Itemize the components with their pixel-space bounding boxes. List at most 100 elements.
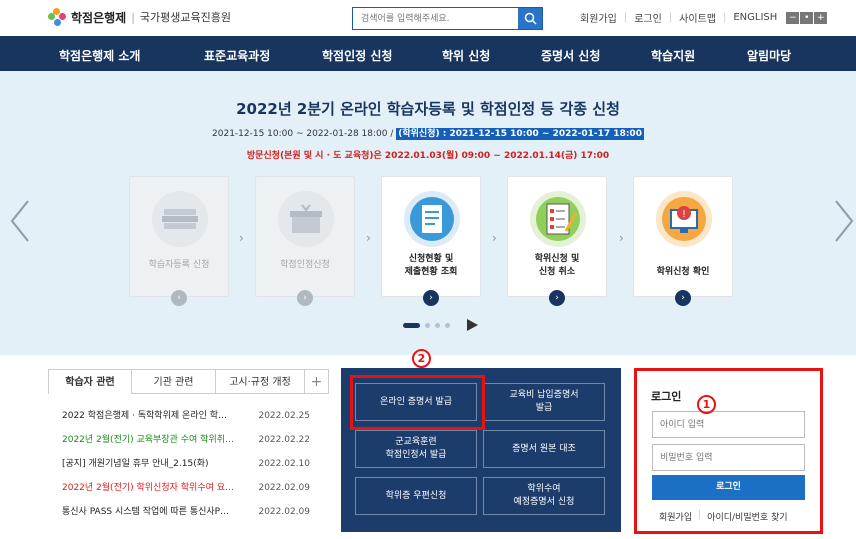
military-credit-button[interactable]: 군교육훈련 학점인정서 발급 — [355, 430, 477, 468]
nav-item-intro[interactable]: 학점은행제 소개 — [59, 47, 140, 64]
news-date: 2022.02.10 — [258, 459, 310, 469]
hero-title: 2022년 2분기 온라인 학습자등록 및 학점인정 등 각종 신청 — [236, 100, 620, 118]
card-go-button[interactable]: › — [675, 290, 691, 306]
card-go-button[interactable]: › — [549, 290, 565, 306]
list-item[interactable]: 2022년 2월(전기) 학위신청자 학위수여 요… 2022.02.09 — [62, 476, 310, 500]
annotation-badge-1: 1 — [697, 395, 716, 414]
list-item[interactable]: 통신사 PASS 시스템 작업에 따른 통신사P… 2022.02.09 — [62, 500, 310, 524]
document-icon — [404, 191, 460, 247]
slide-dot[interactable] — [435, 322, 440, 328]
login-link[interactable]: 로그인 — [634, 10, 662, 25]
card-credit-application[interactable]: 학점인정신청 › — [255, 176, 355, 306]
news-title: [공지] 개원기념일 휴무 안내_2.15(화) — [62, 459, 209, 469]
signup-link[interactable]: 회원가입 — [659, 510, 692, 523]
play-icon[interactable] — [467, 319, 478, 331]
zoom-in-button[interactable]: + — [814, 11, 828, 24]
sitemap-link[interactable]: 사이트맵 — [679, 10, 716, 25]
slide-dot[interactable] — [425, 322, 430, 328]
logo-subtitle: 국가평생교육진흥원 — [139, 11, 232, 24]
login-button[interactable]: 로그인 — [652, 475, 805, 500]
chevron-right-icon: › — [492, 231, 497, 245]
slide-dot-active[interactable] — [403, 322, 420, 328]
card-status-inquiry[interactable]: 신청현황 및 제출현황 조회 › — [381, 176, 481, 306]
tab-learner[interactable]: 학습자 관련 — [48, 369, 132, 394]
news-date: 2022.02.09 — [258, 483, 310, 493]
search-button[interactable] — [518, 8, 542, 29]
more-plus-button[interactable]: + — [305, 369, 329, 394]
card-label: 신청현황 및 제출현황 조회 — [404, 254, 458, 277]
logo-text: 학점은행제 — [71, 10, 127, 25]
search-input[interactable] — [353, 8, 518, 29]
chevron-right-icon: › — [366, 231, 371, 245]
search-box — [352, 7, 543, 30]
login-panel: 로그인 로그인 회원가입 | 아이디/비밀번호 찾기 — [634, 368, 823, 534]
news-title: 통신사 PASS 시스템 작업에 따른 통신사P… — [62, 507, 230, 517]
news-title: 2022년 2월(전기) 학위신청자 학위수여 요… — [62, 483, 235, 493]
card-go-button[interactable]: › — [297, 290, 313, 306]
nav-item-curriculum[interactable]: 표준교육과정 — [204, 47, 270, 64]
card-label: 학점인정신청 — [280, 260, 330, 270]
box-icon — [278, 191, 334, 247]
nav-item-study[interactable]: 학습지원 — [651, 47, 695, 64]
news-date: 2022.02.09 — [258, 507, 310, 517]
nav-item-degree[interactable]: 학위 신청 — [442, 47, 490, 64]
news-date: 2022.02.25 — [258, 411, 310, 421]
highlight-box-2 — [350, 375, 485, 430]
hero-date-main: 2021-12-15 10:00 ~ 2022-01-28 18:00 / — [212, 129, 397, 139]
login-title: 로그인 — [651, 390, 682, 403]
tab-institution[interactable]: 기관 관련 — [132, 369, 216, 394]
card-learner-registration[interactable]: 학습자등록 신청 › — [129, 176, 229, 306]
books-icon — [152, 191, 208, 247]
card-go-button[interactable]: › — [423, 290, 439, 306]
nav-item-certificate[interactable]: 증명서 신청 — [541, 47, 600, 64]
news-title: 2022 학점은행제 · 독학학위제 온라인 학… — [62, 411, 227, 421]
card-label: 학위신청 확인 — [656, 267, 710, 277]
list-item[interactable]: [공지] 개원기념일 휴무 안내_2.15(화) 2022.02.10 — [62, 452, 310, 476]
chevron-right-icon: › — [239, 231, 244, 245]
alert-screen-icon: ! — [656, 191, 712, 247]
password-input[interactable] — [652, 444, 805, 471]
search-icon — [524, 12, 537, 25]
zoom-out-button[interactable]: − — [786, 11, 800, 24]
notice-tabs: 학습자 관련 기관 관련 고시·규정 개정 + — [48, 369, 329, 394]
tab-regulation[interactable]: 고시·규정 개정 — [216, 369, 305, 394]
logo[interactable]: 학점은행제 | 국가평생교육진흥원 — [48, 8, 231, 26]
annotation-badge-2: 2 — [412, 349, 431, 368]
card-degree-confirm[interactable]: ! 학위신청 확인 › — [633, 176, 733, 306]
list-item[interactable]: 2022 학점은행제 · 독학학위제 온라인 학… 2022.02.25 — [62, 404, 310, 428]
next-slide-button[interactable] — [832, 199, 856, 253]
zoom-reset-button[interactable]: • — [800, 11, 814, 24]
chevron-right-icon — [835, 200, 854, 242]
list-item[interactable]: 2022년 2월(전기) 교육부장관 수여 학위취… 2022.02.22 — [62, 428, 310, 452]
chevron-right-icon: › — [619, 231, 624, 245]
diploma-mail-button[interactable]: 학위증 우편신청 — [355, 477, 477, 515]
card-label: 학습자등록 신청 — [148, 260, 210, 270]
logo-divider: | — [131, 10, 135, 24]
chevron-left-icon — [10, 200, 29, 242]
card-label: 학위신청 및 신청 취소 — [534, 254, 580, 277]
logo-mark-icon — [48, 8, 66, 26]
signup-link[interactable]: 회원가입 — [580, 10, 617, 25]
prev-slide-button[interactable] — [8, 199, 32, 253]
login-links: 회원가입 | 아이디/비밀번호 찾기 — [659, 510, 788, 523]
svg-text:!: ! — [682, 209, 686, 220]
hero-banner: 2022년 2분기 온라인 학습자등록 및 학점인정 등 각종 신청 2021-… — [0, 71, 856, 355]
main-nav: 학점은행제 소개 표준교육과정 학점인정 신청 학위 신청 증명서 신청 학습지… — [0, 36, 856, 71]
card-go-button[interactable]: › — [171, 290, 187, 306]
zoom-controls: − • + — [785, 11, 828, 24]
slide-dot[interactable] — [445, 322, 450, 328]
tuition-certificate-button[interactable]: 교육비 납입증명서 발급 — [483, 383, 605, 421]
nav-item-notice[interactable]: 알림마당 — [747, 47, 791, 64]
hero-date: 2021-12-15 10:00 ~ 2022-01-28 18:00 / (학… — [0, 126, 856, 140]
hero-visit-notice: 방문신청(본원 및 시 · 도 교육청)은 2022.01.03(월) 09:0… — [246, 151, 610, 161]
card-degree-cancel[interactable]: 학위신청 및 신청 취소 › — [507, 176, 607, 306]
hero-date-highlight: (학위신청) : 2021-12-15 10:00 ~ 2022-01-17 1… — [396, 128, 644, 140]
news-date: 2022.02.22 — [258, 435, 310, 445]
expected-degree-button[interactable]: 학위수여 예정증명서 신청 — [483, 477, 605, 515]
checklist-icon — [530, 191, 586, 247]
nav-item-credit[interactable]: 학점인정 신청 — [322, 47, 392, 64]
id-input[interactable] — [652, 411, 805, 438]
english-link[interactable]: ENGLISH — [733, 12, 777, 23]
find-account-link[interactable]: 아이디/비밀번호 찾기 — [707, 510, 787, 523]
verify-original-button[interactable]: 증명서 원본 대조 — [483, 430, 605, 468]
